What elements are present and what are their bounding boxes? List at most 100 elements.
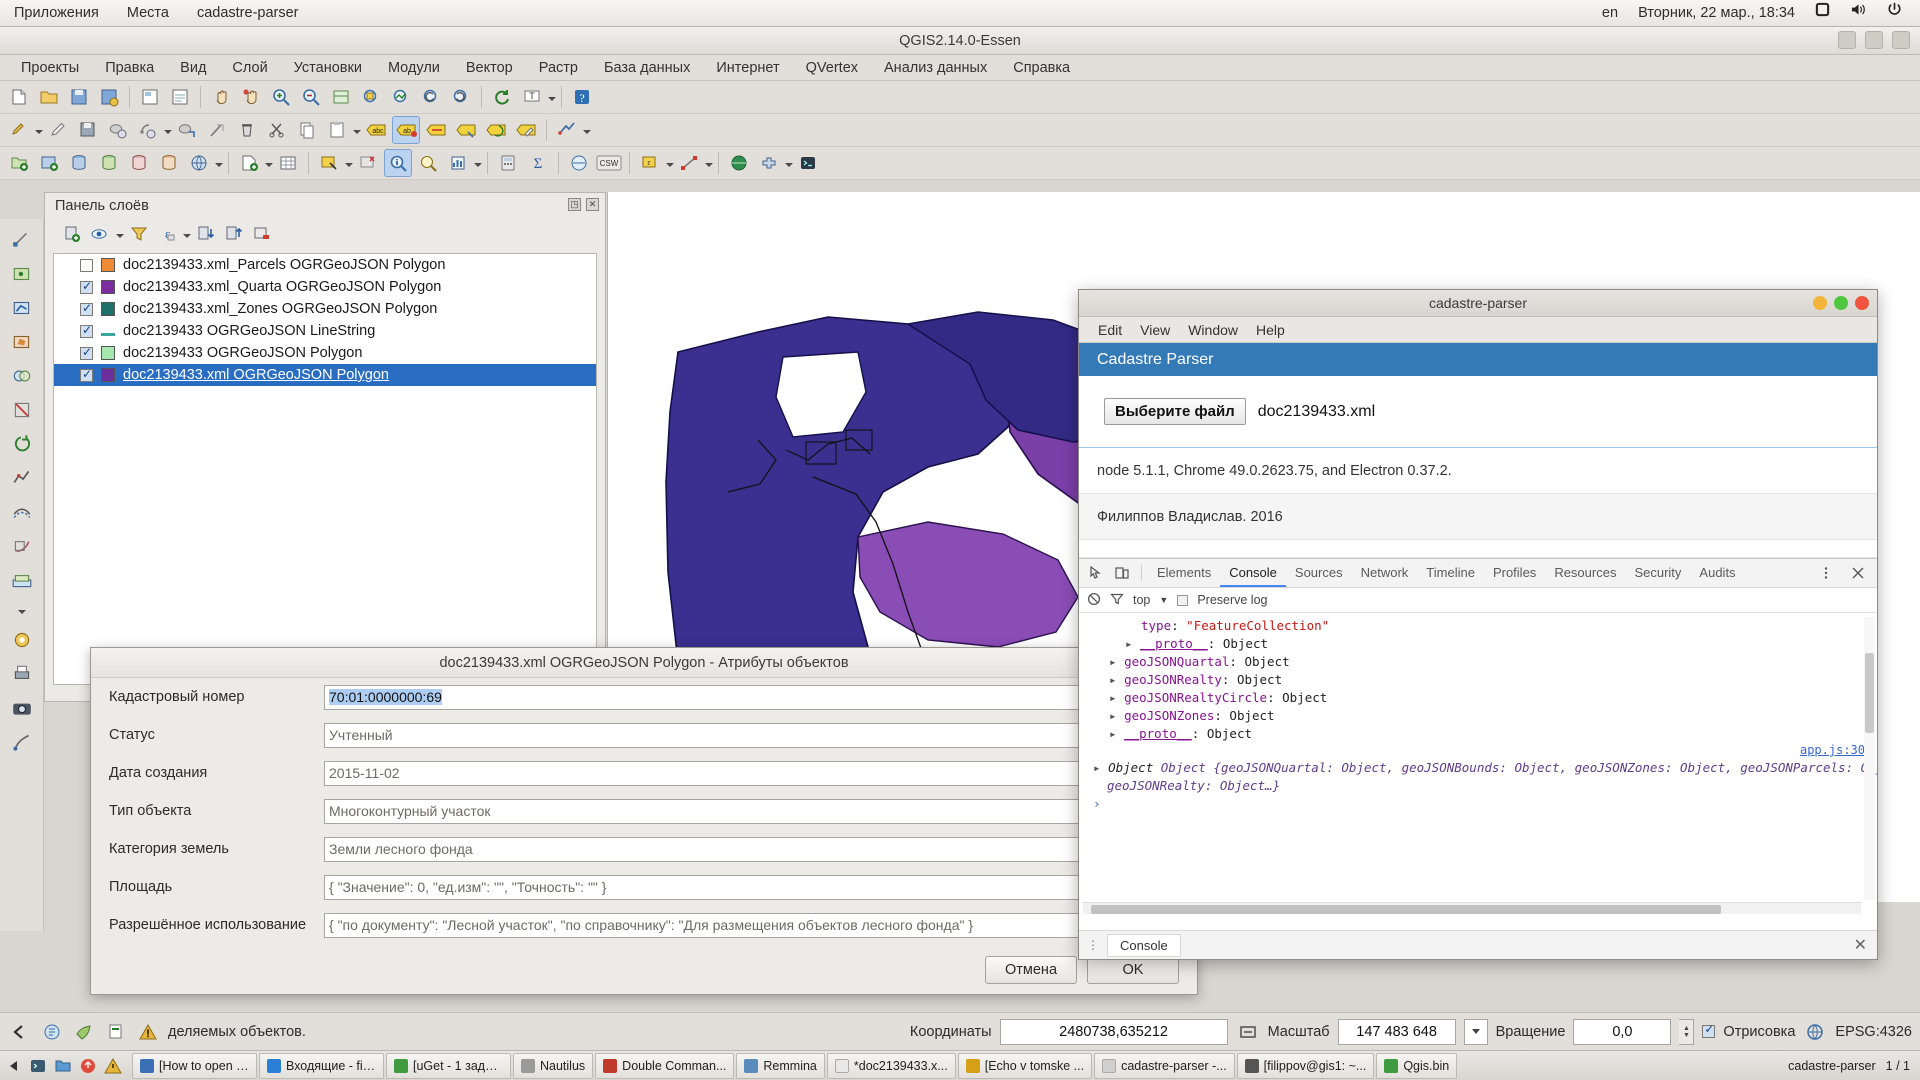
new-layer-dropdown-icon[interactable] (264, 150, 273, 176)
attribute-input-area[interactable]: { "Значение": 0, "ед.изм": "", "Точность… (324, 874, 1179, 900)
console-line[interactable]: ▸ Object Object {geoJSONQuartal: Object,… (1079, 759, 1877, 777)
taskbar-item[interactable]: Входящие - filip... (259, 1052, 384, 1079)
annotation-dropdown-icon[interactable] (547, 84, 556, 110)
rotate-label-icon[interactable] (482, 116, 510, 144)
console-line[interactable]: type: "FeatureCollection" (1079, 617, 1877, 635)
layer-row[interactable]: doc2139433 OGRGeoJSON Polygon (54, 342, 596, 364)
keyboard-layout-indicator[interactable]: en (1592, 0, 1628, 27)
tab-console[interactable]: Console (1220, 559, 1286, 587)
gnome-applications-menu[interactable]: Приложения (0, 0, 113, 27)
layer-row[interactable]: doc2139433.xml OGRGeoJSON Polygon (54, 364, 596, 386)
menu-baza-dannyh[interactable]: База данных (591, 55, 703, 81)
drawer-tab-console[interactable]: Console (1107, 933, 1181, 957)
console-horizontal-scrollbar[interactable] (1083, 902, 1861, 914)
plugin-dropdown-icon[interactable] (784, 150, 793, 176)
power-icon[interactable] (1877, 0, 1912, 27)
rotate-features-icon[interactable] (8, 430, 36, 458)
globe-icon[interactable] (1803, 1020, 1827, 1044)
attribute-input-status[interactable]: Учтенный (324, 722, 1179, 748)
map-tips-icon[interactable] (414, 149, 442, 177)
digitize-polygon-icon[interactable] (8, 328, 36, 356)
terminal-icon[interactable] (27, 1055, 49, 1077)
plugin-manager-icon[interactable] (755, 149, 783, 177)
console-line[interactable]: ▸ geoJSONQuartal: Object (1079, 653, 1877, 671)
collapse-all-icon[interactable] (221, 221, 247, 247)
zoom-to-selection-icon[interactable] (357, 83, 385, 111)
console-vertical-scrollbar[interactable] (1864, 617, 1875, 900)
messages-log-icon[interactable] (40, 1020, 64, 1044)
app-menu-view[interactable]: View (1131, 322, 1179, 338)
screenshot-icon[interactable] (8, 694, 36, 722)
tab-profiles[interactable]: Profiles (1484, 559, 1545, 587)
console-source-link[interactable]: app.js:30 (1800, 743, 1865, 757)
globe-3d-icon[interactable] (725, 149, 753, 177)
app-menu-help[interactable]: Help (1247, 322, 1294, 338)
zoom-to-layer-icon[interactable] (387, 83, 415, 111)
toggle-extents-icon[interactable] (1236, 1020, 1260, 1044)
show-desktop-icon[interactable] (2, 1055, 24, 1077)
choose-file-button[interactable]: Выберите файл (1104, 398, 1246, 425)
layer-row[interactable]: doc2139433 OGRGeoJSON LineString (54, 320, 596, 342)
layer-row[interactable]: doc2139433.xml_Quarta OGRGeoJSON Polygon (54, 276, 596, 298)
ok-button[interactable]: OK (1087, 956, 1179, 984)
pan-tool-icon[interactable] (8, 226, 36, 254)
tab-elements[interactable]: Elements (1148, 559, 1220, 587)
expression-dropdown-icon[interactable] (665, 150, 674, 176)
scale-input[interactable]: 147 483 648 (1337, 1018, 1456, 1045)
attribute-input-permitted-use[interactable]: { "по документу": "Лесной участок", "по … (324, 912, 1179, 938)
select-dropdown-icon[interactable] (344, 150, 353, 176)
digitize-line-icon[interactable] (8, 294, 36, 322)
console-prompt[interactable]: › (1079, 795, 1877, 813)
menu-moduli[interactable]: Модули (375, 55, 453, 81)
offset-curve-icon[interactable] (8, 498, 36, 526)
attribute-dialog-titlebar[interactable]: doc2139433.xml OGRGeoJSON Polygon - Атри… (91, 648, 1197, 678)
visibility-dropdown-icon[interactable] (115, 221, 124, 247)
app-titlebar[interactable]: cadastre-parser (1079, 290, 1877, 317)
gnome-places-menu[interactable]: Места (113, 0, 183, 27)
layer-visibility-checkbox[interactable] (80, 345, 93, 360)
qvertex-tool-icon[interactable] (8, 728, 36, 756)
open-table-icon[interactable] (274, 149, 302, 177)
show-hide-labels-icon[interactable] (422, 116, 450, 144)
zoom-next-icon[interactable] (447, 83, 475, 111)
current-edits-icon[interactable] (5, 116, 33, 144)
sum-icon[interactable]: Σ (524, 149, 552, 177)
menu-spravka[interactable]: Справка (1000, 55, 1083, 81)
add-spatialite-layer-icon[interactable] (95, 149, 123, 177)
display-icon[interactable] (1805, 0, 1840, 27)
remove-layer-icon[interactable] (249, 221, 275, 247)
expand-all-icon[interactable] (193, 221, 219, 247)
current-edits-dropdown-icon[interactable] (34, 117, 43, 143)
add-wms-layer-icon[interactable] (185, 149, 213, 177)
openlayers-plugin-icon[interactable] (8, 566, 36, 594)
taskbar-item[interactable]: Remmina (736, 1052, 825, 1079)
layer-visibility-checkbox[interactable] (80, 258, 93, 272)
maximize-dot[interactable] (1834, 296, 1848, 310)
close-devtools-icon[interactable] (1845, 560, 1871, 586)
add-group-icon[interactable] (59, 221, 85, 247)
new-shapefile-layer-icon[interactable] (235, 149, 263, 177)
console-line[interactable]: geoJSONRealty: Object…} (1079, 777, 1877, 795)
console-line[interactable]: ▸ __proto__: Object (1079, 725, 1877, 743)
taskbar-item[interactable]: [filippov@gis1: ~... (1236, 1052, 1375, 1079)
filter-dropdown-icon[interactable] (182, 221, 191, 247)
menu-qvertex[interactable]: QVertex (793, 55, 871, 81)
taskbar-item[interactable]: [uGet - 1 задачи] (386, 1052, 511, 1079)
statistics-dropdown-icon[interactable] (473, 150, 482, 176)
filter-legend-icon[interactable] (126, 221, 152, 247)
layers-list[interactable]: doc2139433.xml_Parcels OGRGeoJSON Polygo… (53, 253, 597, 685)
context-dropdown-icon[interactable]: ▼ (1159, 595, 1168, 605)
preserve-log-checkbox[interactable] (1177, 594, 1189, 606)
open-project-icon[interactable] (35, 83, 63, 111)
select-features-icon[interactable] (315, 149, 343, 177)
select-by-expression-icon[interactable]: ε (636, 149, 664, 177)
add-ring-icon[interactable] (134, 116, 162, 144)
console-line[interactable]: ▸ geoJSONZones: Object (1079, 707, 1877, 725)
pan-map-icon[interactable] (207, 83, 235, 111)
gnome-active-window-title[interactable]: cadastre-parser (183, 0, 313, 27)
manage-visibility-icon[interactable] (87, 221, 113, 247)
layer-visibility-checkbox[interactable] (80, 323, 93, 338)
render-checkbox[interactable] (1702, 1022, 1716, 1038)
tab-network[interactable]: Network (1352, 559, 1418, 587)
node-tool-icon[interactable] (203, 116, 231, 144)
